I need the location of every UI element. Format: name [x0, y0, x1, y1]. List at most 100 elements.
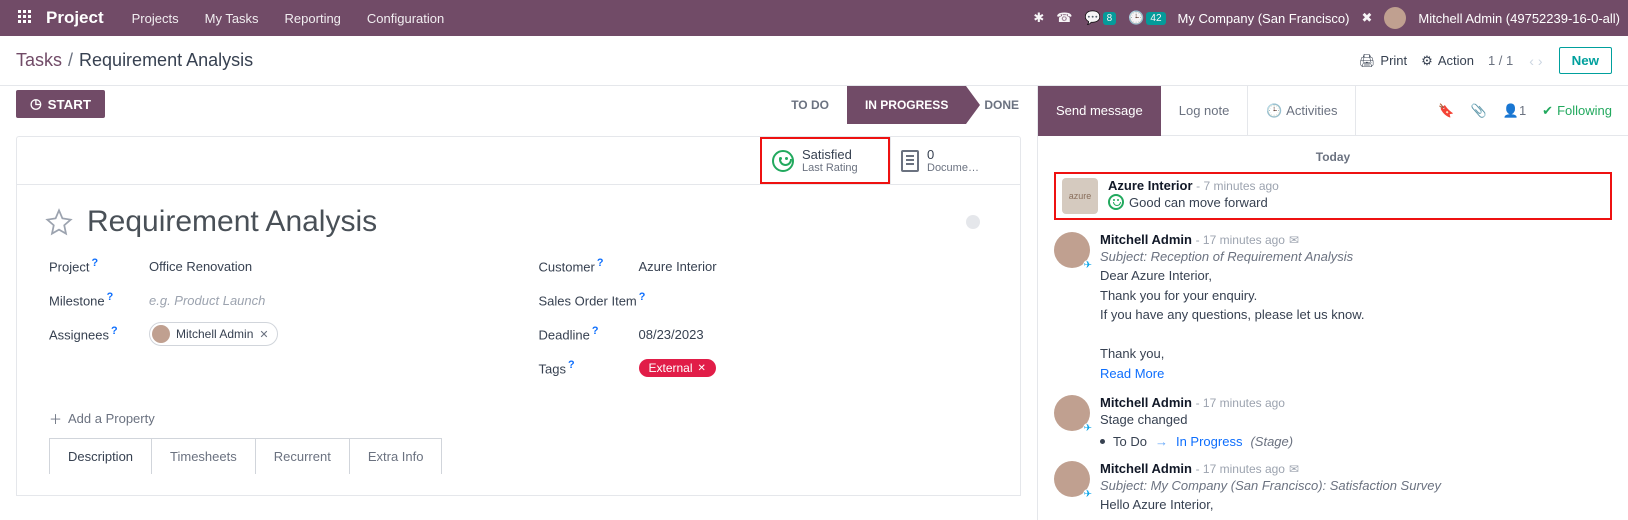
message-survey: Mitchell Admin - 17 minutes ago ✉ Subject… [1054, 455, 1612, 520]
msg-author: Mitchell Admin [1100, 461, 1192, 476]
activities-icon[interactable]: 🕒42 [1128, 10, 1165, 26]
avatar-mitchell [1054, 395, 1090, 431]
tracking-new: In Progress [1176, 434, 1242, 449]
pager-count: 1 / 1 [1488, 53, 1513, 68]
msg-line: Dear Azure Interior, [1100, 266, 1365, 286]
tab-timesheets[interactable]: Timesheets [152, 438, 256, 474]
start-button[interactable]: ◷START [16, 90, 105, 118]
kanban-state-icon[interactable] [966, 215, 980, 229]
bullet-icon [1100, 439, 1105, 444]
envelope-icon: ✉ [1289, 233, 1299, 247]
msg-time: - 7 minutes ago [1196, 179, 1279, 193]
stat-rating-value: Satisfied [802, 147, 852, 162]
msg-time: - 17 minutes ago [1196, 233, 1285, 247]
assignees-label: Assignees? [49, 325, 149, 342]
send-message-button[interactable]: Send message [1038, 86, 1161, 136]
milestone-label: Milestone? [49, 291, 149, 308]
priority-star-icon[interactable] [45, 208, 73, 236]
smile-icon [1108, 194, 1124, 210]
stat-doc-label: Docume… [927, 162, 979, 174]
stat-documents[interactable]: 0Docume… [890, 137, 1020, 184]
nav-configuration[interactable]: Configuration [355, 11, 456, 26]
tools-icon[interactable]: ✖ [1361, 10, 1372, 26]
clock-icon: 🕒 [1266, 103, 1282, 119]
tab-extra-info[interactable]: Extra Info [350, 438, 443, 474]
breadcrumb-current: Requirement Analysis [79, 50, 253, 71]
followers-button[interactable]: 👤1 [1503, 103, 1526, 119]
form-view: ◷START TO DO IN PROGRESS DONE SatisfiedL… [0, 86, 1038, 520]
msg-line: Thank you for your enquiry. [1100, 286, 1365, 306]
read-more-link[interactable]: Read More [1100, 364, 1365, 384]
tag-external[interactable]: External✕ [639, 359, 716, 377]
plus-icon: ＋ [49, 409, 62, 428]
tracking-field: (Stage) [1250, 434, 1293, 449]
deadline-value[interactable]: 08/23/2023 [639, 327, 704, 342]
new-button[interactable]: New [1559, 47, 1612, 74]
messages-badge: 8 [1103, 12, 1117, 25]
sales-order-item-label: Sales Order Item? [539, 291, 669, 308]
nav-my-tasks[interactable]: My Tasks [193, 11, 271, 26]
avatar-mitchell [1054, 461, 1090, 497]
task-title[interactable]: Requirement Analysis [87, 205, 377, 239]
project-value[interactable]: Office Renovation [149, 259, 252, 274]
msg-line: Thank you, [1100, 344, 1365, 364]
msg-author: Mitchell Admin [1100, 232, 1192, 247]
message-email: Mitchell Admin - 17 minutes ago ✉ Subject… [1054, 226, 1612, 389]
avatar-icon [152, 325, 170, 343]
remove-tag-icon[interactable]: ✕ [698, 363, 706, 374]
bug-icon[interactable]: ✱ [1033, 10, 1044, 26]
stage-in-progress[interactable]: IN PROGRESS [847, 86, 966, 124]
support-icon[interactable]: ☎ [1056, 10, 1072, 26]
nav-projects[interactable]: Projects [120, 11, 191, 26]
stage-bar: TO DO IN PROGRESS DONE [773, 86, 1037, 124]
tracking-old: To Do [1113, 434, 1147, 449]
msg-author: Mitchell Admin [1100, 395, 1192, 410]
user-avatar[interactable] [1384, 7, 1406, 29]
msg-time: - 17 minutes ago [1196, 462, 1285, 476]
pager-prev[interactable]: ‹ [1529, 53, 1534, 69]
stat-rating-label: Last Rating [802, 162, 858, 174]
messages-icon[interactable]: 💬8 [1084, 10, 1116, 26]
assignee-chip[interactable]: Mitchell Admin✕ [149, 322, 278, 346]
project-label: Project? [49, 257, 149, 274]
pager-next[interactable]: › [1538, 53, 1543, 69]
form-tabs: Description Timesheets Recurrent Extra I… [17, 438, 1020, 474]
print-icon: 🖨 [1359, 53, 1376, 69]
msg-subject: Subject: Reception of Requirement Analys… [1100, 249, 1365, 264]
smile-icon [772, 150, 794, 172]
company-switch[interactable]: My Company (San Francisco) [1178, 11, 1350, 26]
activities-button[interactable]: 🕒 Activities [1247, 86, 1356, 136]
tab-recurrent[interactable]: Recurrent [256, 438, 350, 474]
activities-badge: 42 [1146, 12, 1165, 25]
bookmark-icon[interactable]: 🔖 [1438, 103, 1454, 119]
following-button[interactable]: ✔ Following [1542, 103, 1612, 119]
tab-description[interactable]: Description [49, 438, 152, 474]
breadcrumb-sep: / [68, 50, 73, 71]
add-property-button[interactable]: ＋Add a Property [17, 405, 187, 438]
msg-subject: Subject: My Company (San Francisco): Sat… [1100, 478, 1441, 493]
log-note-button[interactable]: Log note [1161, 86, 1248, 136]
breadcrumb-bar: Tasks / Requirement Analysis 🖨Print ⚙Act… [0, 36, 1628, 86]
arrow-icon: → [1155, 434, 1168, 449]
attachment-icon[interactable]: 📎 [1471, 103, 1487, 119]
chatter: Send message Log note 🕒 Activities 🔖 📎 👤… [1038, 86, 1628, 520]
nav-reporting[interactable]: Reporting [273, 11, 353, 26]
clock-icon: ◷ [30, 96, 42, 112]
form-sheet: SatisfiedLast Rating 0Docume… Requiremen… [16, 136, 1021, 496]
stat-doc-count: 0 [927, 147, 934, 162]
message-rating: azure Azure Interior - 7 minutes ago Goo… [1054, 172, 1612, 220]
apps-icon[interactable] [18, 10, 34, 26]
customer-value[interactable]: Azure Interior [639, 259, 717, 274]
avatar-mitchell [1054, 232, 1090, 268]
app-brand[interactable]: Project [46, 8, 104, 28]
print-button[interactable]: 🖨Print [1359, 53, 1407, 69]
breadcrumb-root[interactable]: Tasks [16, 50, 62, 71]
user-name[interactable]: Mitchell Admin (49752239-16-0-all) [1418, 11, 1620, 26]
topbar: Project Projects My Tasks Reporting Conf… [0, 0, 1628, 36]
action-button[interactable]: ⚙Action [1421, 53, 1474, 69]
stat-rating[interactable]: SatisfiedLast Rating [760, 137, 890, 184]
milestone-input[interactable]: e.g. Product Launch [149, 293, 265, 308]
document-icon [901, 150, 919, 172]
remove-icon[interactable]: ✕ [259, 328, 268, 341]
envelope-icon: ✉ [1289, 462, 1299, 476]
